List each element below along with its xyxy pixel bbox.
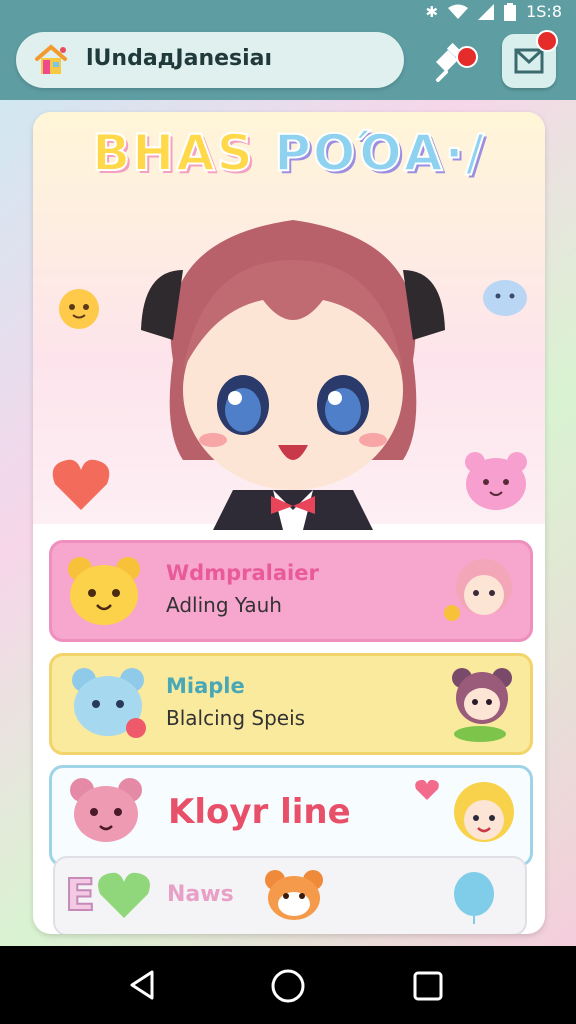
- signal-icon: [478, 3, 495, 20]
- yellow-bear-icon: [68, 557, 140, 625]
- hero-title: BHAS POΌA·/: [33, 123, 545, 183]
- status-bar: ✱ 1S:8: [0, 0, 576, 22]
- menu-item-3[interactable]: Kloyr line: [49, 765, 533, 867]
- menu-item-1-title: Wdmpralaier: [166, 561, 319, 585]
- notification-dot: [456, 46, 478, 68]
- wifi-icon: [448, 4, 469, 19]
- menu-item-3-title: Kloyr line: [168, 792, 351, 832]
- hero-title-part1: BHAS: [91, 123, 255, 183]
- green-heart-icon: [98, 872, 150, 918]
- search-bar[interactable]: lUndaдJanesiaı: [16, 32, 404, 88]
- flower-sticker-icon: [59, 289, 99, 329]
- hero-title-part2: POΌA·/: [273, 123, 486, 183]
- menu-item-news[interactable]: E Naws: [53, 856, 527, 934]
- pink-bear-icon: [70, 778, 142, 842]
- home-nav-icon[interactable]: [270, 968, 306, 1004]
- back-icon[interactable]: [126, 968, 160, 1002]
- home-icon[interactable]: [34, 44, 68, 76]
- menu-item-2-subtitle: Blalcing Spеis: [166, 706, 306, 730]
- recents-icon[interactable]: [412, 970, 444, 1002]
- balloon-icon: [454, 872, 494, 924]
- bluetooth-icon: ✱: [425, 2, 439, 21]
- hero-banner: BHAS POΌA·/: [33, 112, 545, 530]
- main-card: BHAS POΌA·/ Wdmpralaier Adling Yauh Miap…: [33, 112, 545, 934]
- menu-item-1-subtitle: Adling Yauh: [166, 593, 282, 617]
- cloud-sticker-icon: [483, 280, 527, 316]
- status-icons: ✱ 1S:8: [426, 2, 562, 21]
- menu-item-news-label: Naws: [167, 882, 234, 907]
- status-time: 1S:8: [526, 2, 562, 21]
- blue-bear-icon: [72, 668, 146, 738]
- search-text: lUndaдJanesiaı: [86, 46, 273, 71]
- heart-icon: [415, 779, 439, 800]
- menu-item-2[interactable]: Miaple Blalcing Spеis: [49, 653, 533, 755]
- navigation-bar: [0, 946, 576, 1024]
- girl-sticker-icon: [444, 559, 512, 621]
- pin-button[interactable]: [426, 36, 478, 84]
- notification-dot: [536, 30, 558, 52]
- message-button[interactable]: [502, 30, 558, 88]
- menu-item-news-prefix: E: [64, 869, 96, 922]
- menu-item-1[interactable]: Wdmpralaier Adling Yauh: [49, 540, 533, 642]
- anime-girl-illustration: [141, 220, 445, 530]
- fox-icon: [265, 870, 323, 920]
- menu-item-2-title: Miaple: [166, 674, 245, 698]
- battery-icon: [504, 2, 517, 21]
- top-app-bar: lUndaдJanesiaı: [0, 22, 576, 100]
- purple-bear-icon: [452, 668, 512, 742]
- heart-icon: [52, 459, 110, 510]
- blonde-girl-icon: [454, 782, 514, 842]
